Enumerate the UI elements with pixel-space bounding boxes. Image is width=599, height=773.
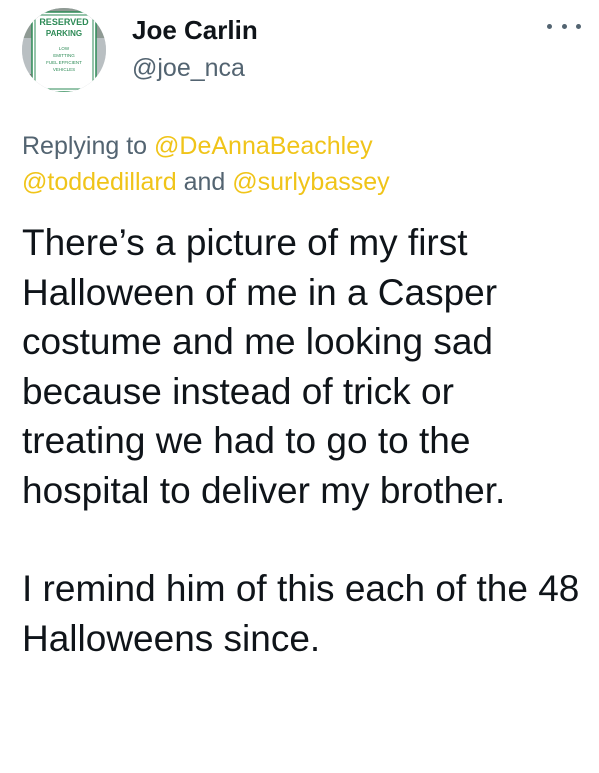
parking-sign-image: RESERVED PARKING LOW EMITTING FUEL EFFIC… bbox=[22, 8, 106, 92]
tweet-text: There’s a picture of my first Halloween … bbox=[22, 218, 587, 663]
replying-joiner: and bbox=[183, 168, 226, 196]
sign-line-2: PARKING bbox=[46, 29, 82, 38]
tweet-paragraph: There’s a picture of my first Halloween … bbox=[22, 222, 506, 511]
author-handle[interactable]: @joe_nca bbox=[132, 52, 245, 84]
tweet-card: RESERVED PARKING LOW EMITTING FUEL EFFIC… bbox=[0, 0, 599, 773]
dot bbox=[561, 23, 567, 29]
author-name[interactable]: Joe Carlin bbox=[132, 14, 258, 46]
tweet-paragraph: I remind him of this each of the 48 Hall… bbox=[22, 568, 580, 659]
more-horizontal-icon[interactable] bbox=[547, 16, 581, 36]
mention-link[interactable]: @surlybassey bbox=[232, 168, 389, 196]
mention-link[interactable]: @DeAnnaBeachley bbox=[154, 132, 373, 160]
mention-link[interactable]: @toddedillard bbox=[22, 168, 177, 196]
sign-line-3: LOW bbox=[59, 46, 70, 51]
replying-to-line: Replying to @DeAnnaBeachley @toddedillar… bbox=[22, 128, 582, 200]
sign-line-4: EMITTING bbox=[53, 53, 75, 58]
sign-line-1: RESERVED bbox=[39, 17, 89, 27]
replying-prefix: Replying to bbox=[22, 132, 148, 160]
dot bbox=[547, 23, 552, 29]
avatar[interactable]: RESERVED PARKING LOW EMITTING FUEL EFFIC… bbox=[22, 8, 106, 92]
sign-line-5: FUEL EFFICIENT bbox=[46, 60, 82, 65]
dot bbox=[576, 23, 581, 29]
sign-line-6: VEHICLES bbox=[53, 67, 75, 72]
